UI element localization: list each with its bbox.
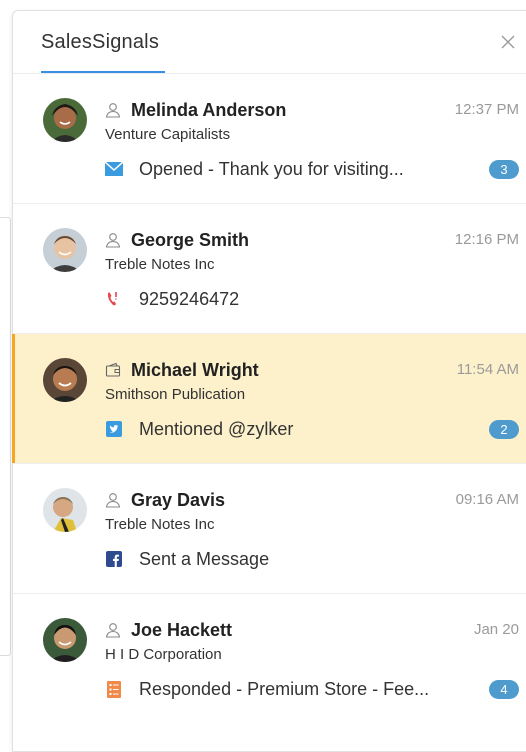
avatar[interactable] <box>43 488 87 532</box>
signal-item[interactable]: Joe Hackett Jan 20 H I D Corporation Res… <box>13 594 526 723</box>
facebook-icon <box>105 550 123 568</box>
user-icon <box>105 232 121 248</box>
user-icon <box>105 492 121 508</box>
avatar[interactable] <box>43 98 87 142</box>
avatar[interactable] <box>43 228 87 272</box>
contact-name[interactable]: Michael Wright <box>131 360 259 381</box>
activity-text[interactable]: Mentioned @zylker <box>139 419 293 440</box>
signal-list: Melinda Anderson 12:37 PM Venture Capita… <box>12 74 526 723</box>
contact-name[interactable]: George Smith <box>131 230 249 251</box>
contact-name[interactable]: Gray Davis <box>131 490 225 511</box>
close-icon[interactable] <box>499 33 517 51</box>
contact-name[interactable]: Joe Hackett <box>131 620 232 641</box>
company-name: Treble Notes Inc <box>105 516 215 533</box>
panel-header: SalesSignals <box>13 11 526 74</box>
avatar[interactable] <box>43 618 87 662</box>
activity-text[interactable]: 9259246472 <box>139 289 239 310</box>
company-name: H I D Corporation <box>105 646 222 663</box>
signal-item-selected[interactable]: Michael Wright 11:54 AM Smithson Publica… <box>12 334 526 464</box>
count-badge: 4 <box>489 680 519 699</box>
survey-icon <box>105 680 123 698</box>
avatar[interactable] <box>43 358 87 402</box>
twitter-icon <box>105 420 123 438</box>
signal-time: 11:54 AM <box>456 361 519 378</box>
signal-time: 12:16 PM <box>454 231 519 248</box>
signal-time: 12:37 PM <box>454 101 519 118</box>
company-name: Treble Notes Inc <box>105 256 215 273</box>
missed-call-icon <box>105 290 123 308</box>
user-icon <box>105 622 121 638</box>
company-name: Venture Capitalists <box>105 126 231 143</box>
user-icon <box>105 102 121 118</box>
email-icon <box>105 160 123 178</box>
signal-item[interactable]: Melinda Anderson 12:37 PM Venture Capita… <box>13 74 526 204</box>
signal-item[interactable]: George Smith 12:16 PM Treble Notes Inc 9… <box>13 204 526 334</box>
count-badge: 3 <box>489 160 519 179</box>
activity-text[interactable]: Responded - Premium Store - Fee... <box>139 679 429 700</box>
company-name: Smithson Publication <box>105 386 246 403</box>
contact-name[interactable]: Melinda Anderson <box>131 100 286 121</box>
panel-title: SalesSignals <box>41 31 160 53</box>
activity-text[interactable]: Opened - Thank you for visiting... <box>139 159 404 180</box>
signal-time: 09:16 AM <box>455 491 519 508</box>
wallet-icon <box>105 362 121 378</box>
active-tab-underline <box>41 71 165 73</box>
salessignals-panel: SalesSignals Melinda Anderson 12:37 PM V… <box>12 10 526 752</box>
count-badge: 2 <box>489 420 519 439</box>
signal-item[interactable]: Gray Davis 09:16 AM Treble Notes Inc Sen… <box>13 464 526 594</box>
background-card <box>0 217 11 656</box>
activity-text[interactable]: Sent a Message <box>139 549 269 570</box>
signal-time: Jan 20 <box>473 621 519 638</box>
